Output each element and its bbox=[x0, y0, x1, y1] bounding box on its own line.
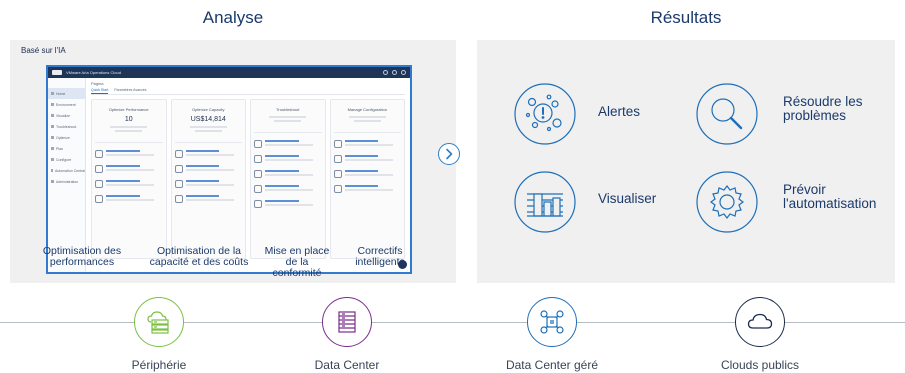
sidebar-item-automation: Automation Central bbox=[48, 165, 85, 176]
sidebar-item-troubleshoot: Troubleshoot bbox=[48, 121, 85, 132]
app-sidebar: Home Environment Visualize Troubleshoot … bbox=[48, 78, 86, 272]
bar-chart-icon bbox=[513, 170, 577, 234]
result-label-visualize: Visualiser bbox=[598, 191, 657, 206]
ai-based-tag: Basé sur l'IA bbox=[21, 46, 66, 55]
app-card-troubleshoot: Troubleshoot bbox=[250, 99, 326, 259]
app-window-title: VMware Aria Operations Cloud bbox=[66, 70, 121, 75]
caption-smart-remediation: Correctifs intelligents bbox=[355, 245, 405, 268]
analysis-title: Analyse bbox=[202, 8, 264, 27]
node-label-datacenter: Data Center bbox=[314, 358, 380, 372]
datacenter-icon bbox=[322, 297, 372, 347]
analysis-panel: Basé sur l'IA VMware Aria Operations Clo… bbox=[10, 40, 456, 283]
app-tab-quick-start: Quick Start bbox=[91, 88, 109, 94]
caption-capacity-cost: Optimisation de la capacité et des coûts bbox=[149, 245, 249, 268]
managed-datacenter-icon bbox=[527, 297, 577, 347]
result-label-alerts: Alertes bbox=[598, 104, 641, 119]
sidebar-item-plan: Plan bbox=[48, 143, 85, 154]
results-panel: Alertes Résoudre les problèmes Visualise… bbox=[477, 40, 895, 283]
node-label-edge: Périphérie bbox=[131, 358, 187, 372]
sidebar-item-administration: Administration bbox=[48, 176, 85, 187]
search-icon bbox=[383, 70, 388, 75]
sidebar-item-home: Home bbox=[48, 88, 85, 99]
app-tab-advanced: Paramètres Avancés bbox=[114, 88, 147, 92]
app-card-configuration: Manage Configuration bbox=[329, 99, 405, 259]
sidebar-item-visualize: Visualize bbox=[48, 110, 85, 121]
magnifier-icon bbox=[695, 82, 759, 146]
vmware-logo bbox=[52, 70, 62, 75]
app-breadcrumb: Página bbox=[91, 81, 104, 86]
app-card-capacity: Optimize Capacity US$14,814 bbox=[170, 99, 246, 259]
result-label-troubleshoot: Résoudre les problèmes bbox=[783, 94, 863, 123]
app-top-bar: VMware Aria Operations Cloud bbox=[48, 67, 410, 78]
app-card-performance: Optimize Performance 10 bbox=[91, 99, 167, 259]
app-tabs: Quick Start Paramètres Avancés bbox=[91, 88, 405, 95]
user-icon bbox=[401, 70, 406, 75]
sidebar-item-configure: Configure bbox=[48, 154, 85, 165]
help-icon bbox=[392, 70, 397, 75]
results-title: Résultats bbox=[650, 8, 722, 27]
node-label-managed-datacenter: Data Center géré bbox=[505, 358, 599, 372]
caption-performance: Optimisation des performances bbox=[42, 245, 122, 268]
app-screenshot: VMware Aria Operations Cloud Home Enviro… bbox=[46, 65, 412, 274]
alerts-icon bbox=[513, 82, 577, 146]
caption-compliance: Mise en place de la conformité bbox=[264, 245, 330, 279]
cloud-icon bbox=[735, 297, 785, 347]
edge-cloud-icon bbox=[134, 297, 184, 347]
result-label-automation: Prévoir l'automatisation bbox=[783, 182, 877, 211]
sidebar-item-environment: Environment bbox=[48, 99, 85, 110]
chevron-right-icon bbox=[438, 143, 460, 165]
gear-automation-icon bbox=[695, 170, 759, 234]
sidebar-item-optimize: Optimize bbox=[48, 132, 85, 143]
node-label-public-clouds: Clouds publics bbox=[720, 358, 800, 372]
